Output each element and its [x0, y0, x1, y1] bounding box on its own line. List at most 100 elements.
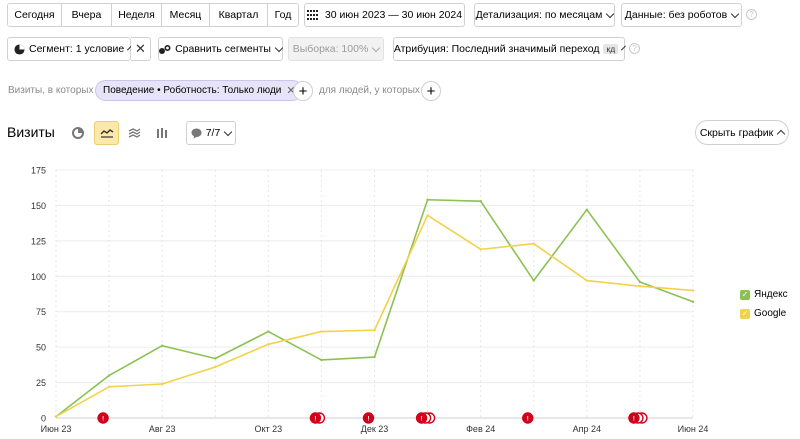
legend-label: Яндекс [754, 289, 788, 300]
checkbox-checked-icon: ✓ [740, 308, 750, 319]
area-chart-type-button[interactable] [122, 121, 146, 145]
period-today-button[interactable]: Сегодня [8, 4, 62, 26]
data-point [479, 248, 482, 251]
attribution-dropdown[interactable]: Атрибуция: Последний значимый переход кд [393, 37, 627, 61]
data-point [54, 415, 58, 418]
pie-small-icon [72, 127, 84, 139]
data-point [426, 214, 429, 217]
y-tick-label: 25 [36, 378, 46, 388]
series-count-label: 7/7 [205, 127, 221, 139]
data-point [160, 382, 164, 386]
bar-chart-type-button[interactable] [150, 121, 174, 145]
chevron-down-icon [621, 45, 627, 50]
segment-dropdown[interactable]: Сегмент: 1 условие [7, 37, 133, 61]
period-year-button[interactable]: Год [268, 4, 298, 26]
plus-icon: + [426, 82, 436, 100]
data-point [479, 199, 482, 203]
data-filter-label: Данные: без роботов [624, 9, 728, 21]
data-point [267, 343, 270, 346]
people-condition-label: для людей, у которых [319, 85, 420, 96]
line-chart-type-button[interactable] [94, 121, 119, 145]
clear-segment-button[interactable]: ✕ [131, 37, 151, 61]
attribution-label: Атрибуция: Последний значимый переход [393, 43, 600, 55]
plus-icon: + [298, 82, 308, 100]
y-tick-label: 150 [31, 201, 46, 211]
data-point [532, 242, 535, 245]
y-tick-label: 100 [31, 272, 46, 282]
data-point [691, 300, 695, 303]
x-tick-label: Июн 24 [678, 424, 709, 434]
help-icon[interactable]: ? [746, 9, 757, 20]
legend-item-yandex[interactable]: ✓ Яндекс [740, 289, 788, 300]
visits-line-chart: 0 25 50 75 100 125 150 175 Июн 23 Авг 23 Окт 23 Дек… [31, 166, 709, 435]
data-point [373, 355, 376, 359]
data-point [214, 365, 217, 369]
date-range-button[interactable]: 30 июн 2023 — 30 июн 2024 [304, 3, 465, 27]
data-point [320, 330, 323, 333]
period-month-button[interactable]: Месяц [162, 4, 210, 26]
chevron-down-icon [730, 9, 740, 18]
data-point [107, 374, 111, 377]
chevron-down-icon [606, 9, 615, 18]
chart-title: Визиты [7, 124, 55, 140]
data-point [267, 330, 270, 333]
behavior-filter-chip[interactable]: Поведение • Роботность: Только люди ✕ [95, 80, 303, 101]
chevron-down-icon [274, 43, 284, 52]
annotation-marker-glyph: ! [102, 417, 104, 423]
period-switcher: Сегодня Вчера Неделя Месяц Квартал Год [7, 3, 299, 27]
legend-label: Google [754, 308, 787, 319]
x-tick-label: Окт 23 [254, 424, 282, 434]
x-tick-label: Фев 24 [466, 424, 495, 434]
chevron-down-icon [224, 127, 233, 136]
data-point [585, 208, 589, 211]
period-quarter-button[interactable]: Квартал [210, 4, 268, 26]
sample-label: Выборка: 100% [292, 43, 369, 55]
date-range-label: 30 июн 2023 — 30 июн 2024 [324, 9, 463, 21]
close-icon: ✕ [135, 41, 146, 56]
chevron-up-icon [776, 129, 786, 139]
compare-segments-label: Сравнить сегменты [175, 43, 271, 55]
calendar-icon [306, 10, 319, 20]
data-filter-dropdown[interactable]: Данные: без роботов [621, 3, 742, 27]
period-yesterday-button[interactable]: Вчера [62, 4, 112, 26]
help-icon[interactable]: ? [629, 43, 640, 54]
y-tick-label: 75 [36, 307, 46, 317]
data-point [585, 279, 589, 282]
sample-dropdown: Выборка: 100% [288, 37, 384, 61]
checkbox-checked-icon: ✓ [740, 289, 750, 300]
legend-item-google[interactable]: ✓ Google [740, 308, 786, 319]
detail-dropdown[interactable]: Детализация: по месяцам [474, 3, 615, 27]
attribution-badge: кд [603, 44, 619, 54]
pie-chart-type-button[interactable] [66, 121, 90, 145]
segment-label: Сегмент: 1 условие [29, 43, 125, 55]
add-visit-condition-button[interactable]: + [293, 81, 313, 101]
compare-icon [159, 44, 171, 55]
hide-chart-button[interactable]: Скрыть график [695, 120, 789, 145]
pie-icon [14, 43, 25, 55]
annotation-marker-glyph: ! [421, 417, 423, 423]
add-people-condition-button[interactable]: + [421, 81, 441, 101]
comments-filter-dropdown[interactable]: 7/7 [186, 121, 236, 145]
line-chart-icon [100, 128, 114, 138]
annotation-marker-glyph: ! [314, 417, 316, 423]
annotation-marker-glyph: ! [527, 417, 529, 423]
comment-icon [191, 128, 202, 139]
compare-segments-dropdown[interactable]: Сравнить сегменты [158, 37, 284, 61]
data-point [691, 289, 695, 292]
x-tick-label: Июн 23 [41, 424, 72, 434]
data-point [320, 358, 323, 362]
y-tick-label: 125 [31, 236, 46, 246]
x-tick-label: Авг 23 [149, 424, 176, 434]
chevron-down-icon [372, 43, 381, 52]
data-point [638, 280, 642, 284]
visits-condition-label: Визиты, в которых [8, 85, 94, 96]
data-point [373, 328, 376, 332]
x-tick-label: Дек 23 [361, 424, 389, 434]
annotation-marker-glyph: ! [368, 417, 370, 423]
hide-chart-label: Скрыть график [699, 126, 774, 139]
period-week-button[interactable]: Неделя [112, 4, 162, 26]
data-point [532, 279, 535, 282]
data-point [107, 385, 111, 389]
y-tick-label: 175 [31, 166, 46, 176]
y-tick-label: 0 [41, 414, 46, 424]
